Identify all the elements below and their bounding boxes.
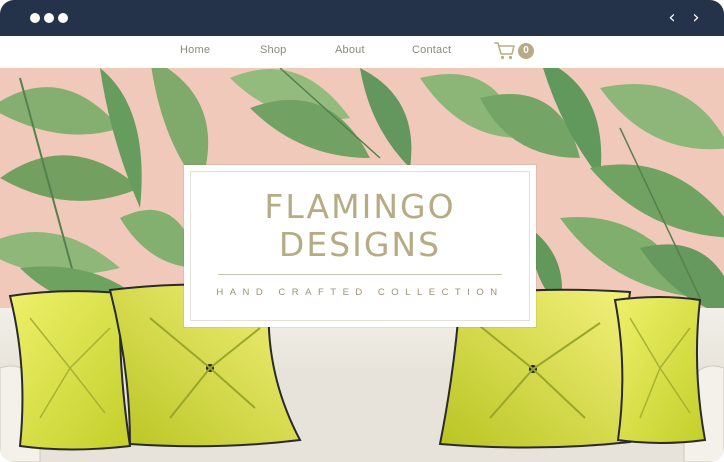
title-divider	[218, 274, 502, 275]
shopping-cart-icon	[494, 42, 515, 60]
brand-title-line1: FLAMINGO	[264, 187, 456, 226]
browser-window: ‹ › Home Shop About Contact 0 FLAMINGO D…	[0, 0, 724, 462]
nav-link-home[interactable]: Home	[180, 44, 210, 56]
cart-count-badge: 0	[518, 43, 534, 59]
nav-link-about[interactable]: About	[335, 44, 365, 56]
hero-title-card: FLAMINGO DESIGNS HAND CRAFTED COLLECTION	[184, 165, 536, 327]
window-dot-icon	[44, 13, 54, 23]
forward-arrow-icon[interactable]: ›	[688, 9, 704, 27]
window-dot-icon	[30, 13, 40, 23]
nav-link-shop[interactable]: Shop	[260, 44, 287, 56]
window-dot-icon	[58, 13, 68, 23]
brand-subtitle: HAND CRAFTED COLLECTION	[216, 287, 504, 298]
site-navigation: Home Shop About Contact 0	[0, 36, 724, 68]
browser-toolbar: ‹ ›	[0, 0, 724, 36]
hero-banner: FLAMINGO DESIGNS HAND CRAFTED COLLECTION	[0, 68, 724, 462]
cart-button[interactable]: 0	[494, 41, 538, 63]
nav-link-contact[interactable]: Contact	[412, 44, 451, 56]
brand-title-line2: DESIGNS	[278, 225, 442, 264]
back-arrow-icon[interactable]: ‹	[664, 9, 680, 27]
